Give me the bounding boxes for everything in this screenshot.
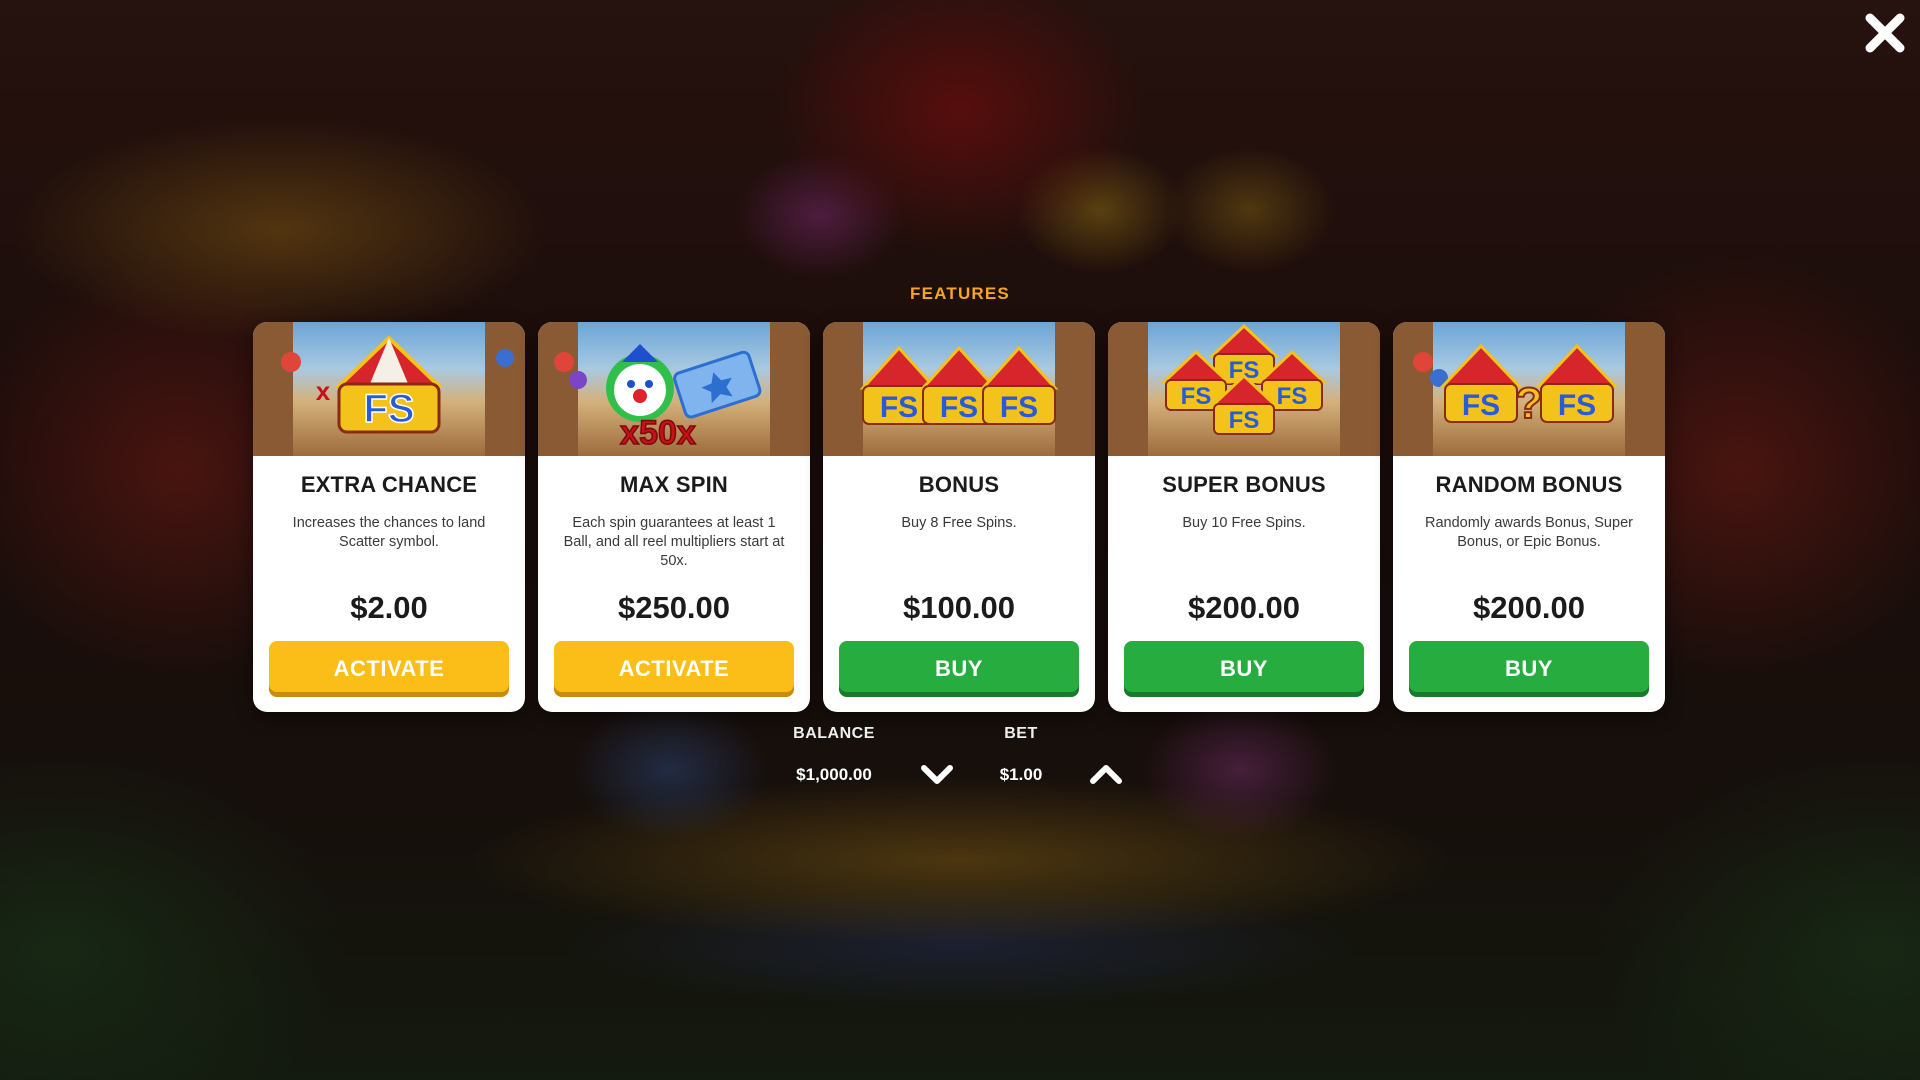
card-title: RANDOM BONUS [1435,472,1623,497]
card-title: BONUS [918,472,1000,497]
card-description: Randomly awards Bonus, Super Bonus, or E… [1425,515,1633,550]
close-button[interactable] [1860,8,1910,58]
activate-extra-chance-button[interactable]: ACTIVATE [269,641,509,697]
svg-text:FS: FS [940,391,978,424]
balance-value: $1,000.00 [796,765,872,784]
bet-value: $1.00 [999,765,1043,784]
clown-ticket-icon: x50x [538,322,810,456]
feature-card-max-spin: x50x MAX SPIN Each spin guarantees at le… [538,322,810,712]
buy-bonus-button[interactable]: BUY [839,641,1079,697]
card-art: FS FS FS [823,322,1095,456]
svg-text:FS: FS [363,387,414,431]
buy-random-bonus-button[interactable]: BUY [1409,641,1649,697]
svg-text:FS: FS [880,391,918,424]
three-fs-tents-icon: FS FS FS [823,322,1095,456]
card-price: $100.00 [902,590,1016,625]
fs-tent-multiplier-icon: FS x [253,322,525,456]
bet-label: BET [1004,725,1038,742]
decrease-bet-button[interactable] [919,761,955,787]
svg-text:FS: FS [1462,389,1500,422]
card-art: FS ? FS [1393,322,1665,456]
features-title: FEATURES [910,284,1010,303]
bet-controls: BALANCE $1,000.00 BET $1.00 [0,725,1920,795]
card-description: Increases the chances to land Scatter sy… [292,515,486,550]
feature-card-bonus: FS FS FS BONUS Buy 8 Free Spins. $100.00… [823,322,1095,712]
card-title: MAX SPIN [620,472,728,497]
card-art: x50x [538,322,810,456]
card-title: SUPER BONUS [1162,472,1326,497]
card-description: Buy 8 Free Spins. [901,515,1017,531]
card-art: FS FS FS FS [1108,322,1380,456]
card-title: EXTRA CHANCE [300,472,478,497]
increase-bet-button[interactable] [1088,762,1124,788]
card-price: $200.00 [1187,590,1301,625]
card-price: $2.00 [350,590,428,625]
card-art: FS x [253,322,525,456]
chevron-up-icon [1090,765,1122,784]
card-description: Each spin guarantees at least 1 Ball, an… [563,515,785,569]
svg-text:FS: FS [1000,391,1038,424]
feature-card-super-bonus: FS FS FS FS SUPER BONUS Buy 10 Free Spin… [1108,322,1380,712]
card-price: $200.00 [1472,590,1586,625]
svg-text:FS: FS [1181,383,1212,410]
feature-cards: FS x EXTRA CHANCE Increases the chances … [253,322,1667,712]
feature-card-random-bonus: FS ? FS RANDOM BONUS Randomly awards Bon… [1393,322,1665,712]
card-description: Buy 10 Free Spins. [1182,515,1306,531]
svg-text:x: x [316,376,331,406]
balance-label: BALANCE [793,725,875,742]
card-price: $250.00 [617,590,731,625]
close-icon [1865,13,1905,53]
four-fs-tents-icon: FS FS FS FS [1108,322,1380,456]
activate-max-spin-button[interactable]: ACTIVATE [554,641,794,697]
fs-question-tents-icon: FS ? FS [1393,322,1665,456]
svg-text:FS: FS [1229,407,1260,434]
feature-card-extra-chance: FS x EXTRA CHANCE Increases the chances … [253,322,525,712]
chevron-down-icon [921,765,953,784]
svg-text:FS: FS [1558,389,1596,422]
svg-text:x50x: x50x [620,414,696,452]
buy-super-bonus-button[interactable]: BUY [1124,641,1364,697]
svg-text:FS: FS [1277,383,1308,410]
